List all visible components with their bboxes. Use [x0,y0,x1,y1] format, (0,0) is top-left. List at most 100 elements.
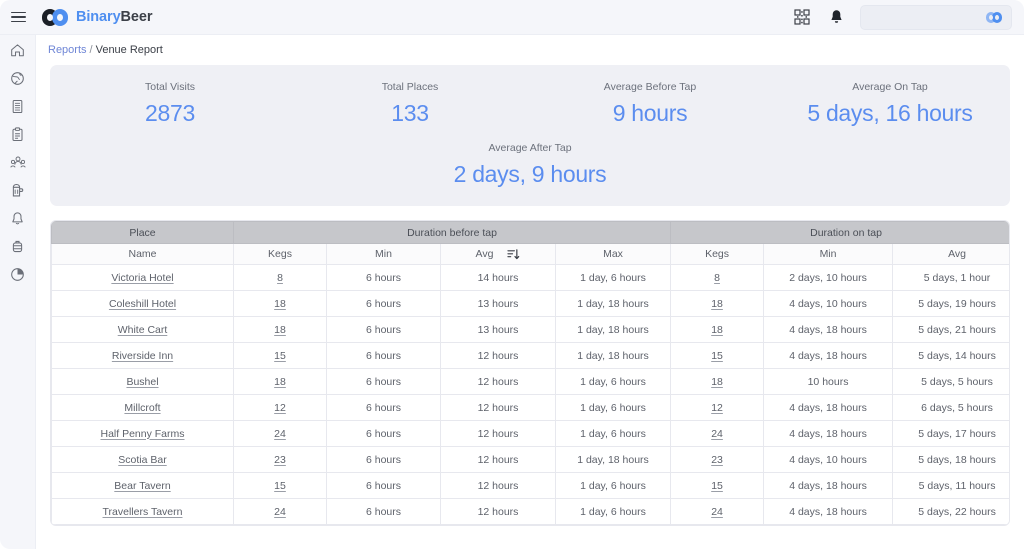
cell-place-link[interactable]: Riverside Inn [112,350,173,362]
sidebar-item-keg[interactable] [5,237,31,255]
stat-value: 2 days, 9 hours [453,161,607,187]
cell-kegs-before-link[interactable]: 12 [274,402,286,414]
cell-max-before: 1 day, 18 hours [554,446,672,473]
cell-place[interactable]: Coleshill Hotel [51,290,234,317]
cell-place-link[interactable]: Half Penny Farms [100,428,184,440]
sort-descending-icon[interactable] [507,248,520,261]
cell-place-link[interactable]: Millcroft [124,402,160,414]
cell-place[interactable]: Scotia Bar [51,446,234,473]
cell-place[interactable]: Half Penny Farms [51,420,234,447]
cell-kegs-on-link[interactable]: 12 [711,402,723,414]
cell-kegs-before-link[interactable]: 24 [274,506,286,518]
column-header-avg-before[interactable]: Avg [440,243,556,265]
cell-kegs-on-link[interactable]: 24 [711,506,723,518]
cell-kegs-before[interactable]: 23 [233,446,327,473]
cell-place-link[interactable]: Scotia Bar [118,454,166,466]
column-header-min-before[interactable]: Min [326,243,441,265]
cell-place[interactable]: Bear Tavern [51,472,234,499]
cell-kegs-on-link[interactable]: 8 [714,272,720,284]
cell-kegs-on-link[interactable]: 15 [711,350,723,362]
cell-place-link[interactable]: White Cart [118,324,168,336]
cell-kegs-on-link[interactable]: 18 [711,324,723,336]
hamburger-menu-icon[interactable] [0,0,36,35]
cell-place[interactable]: Victoria Hotel [51,264,234,291]
cell-kegs-before-link[interactable]: 15 [274,350,286,362]
cell-avg-on: 5 days, 14 hours [892,342,1009,369]
cell-kegs-on[interactable]: 18 [670,316,765,343]
cell-kegs-before[interactable]: 18 [233,316,327,343]
column-header-name[interactable]: Name [51,243,234,265]
cell-kegs-on[interactable]: 8 [670,264,765,291]
cell-place-link[interactable]: Coleshill Hotel [109,298,176,310]
column-header-kegs-on[interactable]: Kegs [670,243,765,265]
cell-kegs-before-link[interactable]: 24 [274,428,286,440]
cell-kegs-on[interactable]: 12 [670,394,765,421]
cell-kegs-on[interactable]: 23 [670,446,765,473]
cell-kegs-on[interactable]: 18 [670,290,765,317]
cell-max-before: 1 day, 18 hours [554,290,672,317]
cell-place[interactable]: White Cart [51,316,234,343]
stat-value: 5 days, 16 hours [807,100,973,126]
sidebar-item-people[interactable] [5,153,31,171]
main-content: Total Visits 2873 Total Places 133 Avera… [36,65,1024,549]
cell-kegs-before[interactable]: 24 [233,420,327,447]
stat-value: 133 [391,100,429,126]
table-group-header-row: Place Duration before tap Duration on ta… [51,221,1009,244]
cell-place-link[interactable]: Victoria Hotel [111,272,173,284]
sidebar-item-clipboard[interactable] [5,125,31,143]
cell-kegs-on[interactable]: 24 [670,420,765,447]
cell-place[interactable]: Millcroft [51,394,234,421]
sidebar-item-home[interactable] [5,41,31,59]
cell-kegs-before-link[interactable]: 18 [274,324,286,336]
cell-kegs-before-link[interactable]: 23 [274,454,286,466]
cell-kegs-on-link[interactable]: 24 [711,428,723,440]
cell-place-link[interactable]: Travellers Tavern [103,506,183,518]
app-logo[interactable]: BinaryBeer [42,8,152,26]
sidebar-item-globe[interactable] [5,69,31,87]
cell-place[interactable]: Riverside Inn [51,342,234,369]
column-label: Max [603,248,623,260]
stat-average-after-tap: Average After Tap 2 days, 9 hours [50,142,1010,188]
cell-kegs-before[interactable]: 24 [233,498,327,525]
column-header-avg-on[interactable]: Avg [892,243,1009,265]
cell-kegs-before[interactable]: 18 [233,290,327,317]
cell-kegs-on[interactable]: 24 [670,498,765,525]
cell-kegs-before[interactable]: 8 [233,264,327,291]
cell-kegs-before[interactable]: 12 [233,394,327,421]
cell-place-link[interactable]: Bushel [126,376,158,388]
cell-kegs-on[interactable]: 15 [670,472,765,499]
group-header-place: Place [51,221,234,244]
cell-avg-before: 13 hours [440,316,556,343]
cell-kegs-on[interactable]: 18 [670,368,765,395]
table-row: Half Penny Farms 24 6 hours 12 hours 1 day, … [51,420,1009,447]
cell-kegs-before[interactable]: 18 [233,368,327,395]
cell-kegs-before-link[interactable]: 15 [274,480,286,492]
qr-scan-icon[interactable] [792,7,812,27]
top-bar-actions [792,4,1024,30]
sidebar-item-reports[interactable] [5,265,31,283]
sidebar-item-book[interactable] [5,97,31,115]
search-input[interactable] [860,4,1012,30]
bell-icon[interactable] [826,7,846,27]
cell-kegs-before-link[interactable]: 8 [277,272,283,284]
column-header-min-on[interactable]: Min [763,243,894,265]
cell-min-on: 2 days, 10 hours [763,264,894,291]
cell-place[interactable]: Bushel [51,368,234,395]
column-header-max-before[interactable]: Max [554,243,672,265]
cell-kegs-before[interactable]: 15 [233,342,327,369]
cell-kegs-on-link[interactable]: 18 [711,376,723,388]
cell-place[interactable]: Travellers Tavern [51,498,234,525]
cell-kegs-on-link[interactable]: 15 [711,480,723,492]
column-header-kegs-before[interactable]: Kegs [233,243,327,265]
sidebar-item-beer[interactable] [5,181,31,199]
breadcrumb-parent-link[interactable]: Reports [48,44,87,56]
cell-kegs-on-link[interactable]: 18 [711,298,723,310]
table-body: Victoria Hotel 8 6 hours 14 hours 1 day, 6 h… [51,264,1009,525]
cell-kegs-on[interactable]: 15 [670,342,765,369]
cell-kegs-before-link[interactable]: 18 [274,298,286,310]
cell-kegs-before[interactable]: 15 [233,472,327,499]
cell-kegs-on-link[interactable]: 23 [711,454,723,466]
cell-kegs-before-link[interactable]: 18 [274,376,286,388]
sidebar-item-alerts[interactable] [5,209,31,227]
cell-place-link[interactable]: Bear Tavern [114,480,170,492]
